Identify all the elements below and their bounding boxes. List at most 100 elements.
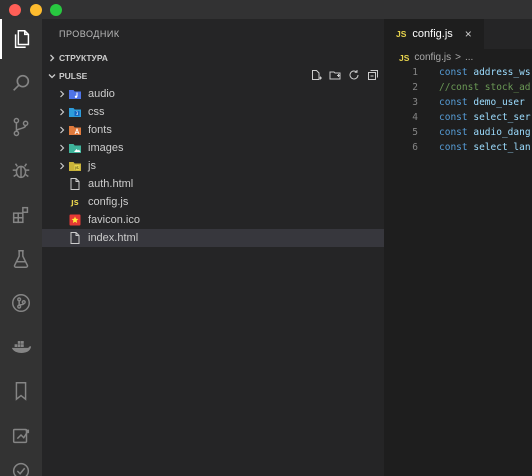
identifier: address_ws [473, 67, 531, 78]
remote-explorer-button[interactable] [0, 415, 42, 455]
tree-file-favicon[interactable]: favicon.ico [42, 211, 384, 229]
docker-button[interactable] [0, 327, 42, 367]
breadcrumb-separator: > [455, 52, 461, 63]
zoom-window-button[interactable] [50, 4, 62, 16]
search-button[interactable] [0, 63, 42, 103]
breadcrumb-more[interactable]: ... [465, 52, 473, 63]
js-folder-icon: JS [68, 159, 82, 173]
svg-text:3: 3 [76, 111, 79, 116]
debug-button[interactable] [0, 151, 42, 191]
keyword: const [439, 142, 468, 153]
tree-folder-css[interactable]: 3 css [42, 103, 384, 121]
tree-label: config.js [88, 196, 129, 208]
window-titlebar [0, 0, 532, 19]
css-folder-icon: 3 [68, 105, 82, 119]
comment: //const stock_ad [439, 82, 531, 93]
chevron-right-icon [56, 143, 68, 153]
audio-folder-icon [68, 87, 82, 101]
debug-icon [12, 163, 30, 179]
line-number: 3 [412, 97, 418, 108]
breadcrumb: JS config.js > ... [399, 52, 473, 63]
tree-folder-audio[interactable]: audio [42, 85, 384, 103]
tab-label: config.js [412, 28, 453, 40]
explorer-sidebar: ПРОВОДНИК СТРУКТУРА PULSE audio 3 css fo… [42, 19, 384, 476]
tree-file-config-js[interactable]: JS config.js [42, 193, 384, 211]
bookmarks-button[interactable] [0, 371, 42, 411]
tree-label: auth.html [88, 178, 134, 190]
testing-button[interactable] [0, 239, 42, 279]
tree-folder-js[interactable]: JS js [42, 157, 384, 175]
chevron-right-icon [56, 161, 68, 171]
minimize-window-button[interactable] [30, 4, 42, 16]
remote-explorer-icon [12, 428, 30, 444]
refresh-button[interactable] [347, 68, 361, 82]
line-number: 5 [412, 127, 418, 138]
tree-label: index.html [88, 232, 139, 244]
code-line: 4 const select_ser [384, 111, 532, 126]
activity-bar [0, 19, 42, 476]
line-number: 4 [412, 112, 418, 123]
extensions-button[interactable] [0, 195, 42, 235]
testing-flask-icon [13, 250, 29, 268]
tab-config-js[interactable]: JS config.js × [384, 19, 484, 49]
keyword: const [439, 97, 468, 108]
identifier: demo_user [473, 97, 525, 108]
tree-label: favicon.ico [88, 214, 140, 226]
docker-icon [11, 341, 32, 353]
check-button[interactable] [0, 451, 42, 476]
chevron-right-icon [56, 89, 68, 99]
source-control-icon [13, 117, 29, 137]
chevron-down-icon [45, 71, 59, 81]
tree-label: css [88, 106, 105, 118]
code-line: 6 const select_lan [384, 141, 532, 156]
chevron-right-icon [56, 107, 68, 117]
html-file-icon [68, 177, 82, 191]
js-file-icon: JS [399, 52, 410, 63]
tree-file-index-html[interactable]: index.html [42, 229, 384, 247]
refresh-icon [349, 70, 359, 80]
new-file-icon [312, 70, 322, 80]
extensions-icon [12, 206, 29, 224]
code-line: 1 const address_ws [384, 66, 532, 81]
html-file-icon [68, 231, 82, 245]
tree-label: fonts [88, 124, 112, 136]
favicon-file-icon [68, 213, 82, 227]
check-circle-icon [12, 462, 30, 476]
tree-file-auth-html[interactable]: auth.html [42, 175, 384, 193]
tree-folder-images[interactable]: images [42, 139, 384, 157]
git-graph-icon [12, 294, 30, 312]
keyword: const [439, 127, 468, 138]
close-icon[interactable]: × [465, 27, 472, 41]
identifier: select_lan [473, 142, 531, 153]
identifier: audio_dang [473, 127, 531, 138]
chevron-right-icon [56, 125, 68, 135]
collapse-all-icon [368, 70, 378, 80]
explorer-title: ПРОВОДНИК [59, 29, 120, 39]
outline-section-label: СТРУКТУРА [59, 53, 108, 63]
js-file-icon: JS [68, 195, 82, 209]
code-view[interactable]: 1 const address_ws 2 //const stock_ad 3 … [384, 66, 532, 156]
new-file-button[interactable] [309, 68, 323, 82]
tree-label: images [88, 142, 124, 154]
identifier: select_ser [473, 112, 531, 123]
git-graph-button[interactable] [0, 283, 42, 323]
workspace-section-header[interactable]: PULSE [42, 67, 384, 85]
chevron-right-icon [45, 53, 59, 63]
tree-label: audio [88, 88, 115, 100]
code-line: 3 const demo_user [384, 96, 532, 111]
keyword: const [439, 67, 468, 78]
new-folder-button[interactable] [328, 68, 342, 82]
breadcrumb-file[interactable]: config.js [414, 52, 451, 63]
close-window-button[interactable] [9, 4, 21, 16]
source-control-button[interactable] [0, 107, 42, 147]
fonts-folder-icon [68, 123, 82, 137]
svg-text:JS: JS [70, 199, 79, 207]
editor-tab-bar: JS config.js × [384, 19, 532, 49]
tree-folder-fonts[interactable]: fonts [42, 121, 384, 139]
editor-area: JS config.js × JS config.js > ... 1 cons… [384, 19, 532, 476]
explorer-button[interactable] [0, 19, 42, 59]
collapse-all-button[interactable] [366, 68, 380, 82]
outline-section-header[interactable]: СТРУКТУРА [42, 49, 384, 67]
search-icon [13, 74, 30, 91]
line-number: 2 [412, 82, 418, 93]
